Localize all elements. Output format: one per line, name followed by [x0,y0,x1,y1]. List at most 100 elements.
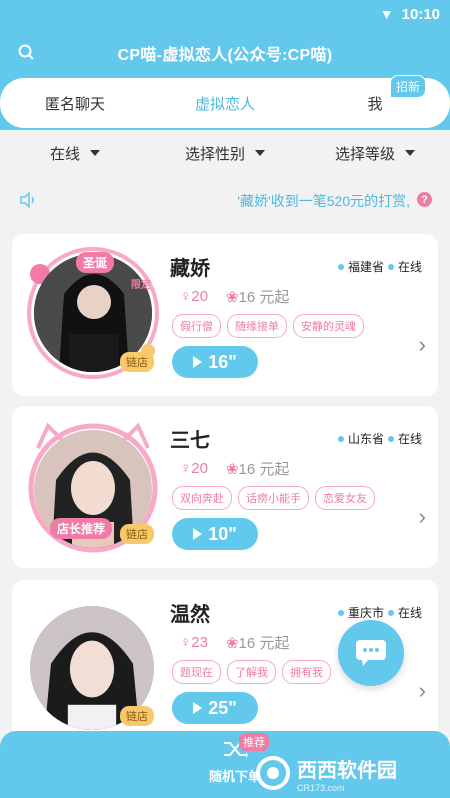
speaker-icon [20,191,34,209]
watermark: 西西软件园 CR173.com [255,750,450,796]
play-icon [193,528,203,540]
chevron-right-icon[interactable]: › [419,504,426,530]
filter-label: 在线 [49,145,80,163]
profile-name: 三七 [170,430,210,452]
play-icon [193,702,203,714]
profile-card[interactable]: 店长推荐 链店 三七 山东省 在线 ♀20 ❀16 元起 双向奔赴 话痨小能手 … [12,406,438,568]
tab-label: 虚拟恋人 [194,95,255,113]
price: 16 元起 [238,289,290,306]
profile-name: 温然 [170,604,210,626]
watermark-brand: 西西软件园 [297,759,397,782]
play-icon [193,356,203,368]
tag-chip: 题现在 [172,660,221,684]
stats: ♀23 ❀16 元起 [180,632,289,653]
online-status: 在线 [397,606,422,620]
stats: ♀20 ❀16 元起 [180,458,289,479]
voice-duration: 10" [208,523,237,544]
online-status: 在线 [397,260,422,274]
notice-text: '藏娇'收到一笔520元的打赏, [237,193,410,209]
voice-button[interactable]: 25" [172,692,258,724]
voice-button[interactable]: 16" [172,346,258,378]
tag-chip: 双向奔赴 [172,486,232,510]
status-bar: ▼ 10:10 [0,0,450,28]
location: 山东省 在线 [337,430,422,447]
province: 福建省 [347,260,384,274]
female-icon: ♀ [180,288,192,305]
watermark-logo-icon [256,756,290,790]
coin-icon: ❀ [225,461,239,478]
dot-icon [337,435,344,442]
tab-me[interactable]: 我 招新 [300,74,450,114]
filter-level[interactable]: 选择等级 [300,143,450,164]
female-icon: ♀ [180,460,192,477]
tag-chip: 安静的灵魂 [293,314,364,338]
voice-duration: 16" [208,351,237,372]
frame-label: 店长推荐 [50,518,113,539]
help-icon[interactable]: ? [417,192,432,207]
female-icon: ♀ [180,634,192,651]
price: 16 元起 [238,635,290,652]
age: 20 [191,288,208,305]
chat-fab-button[interactable] [338,620,404,686]
recommend-badge: 推荐 [239,733,269,751]
tag-chip: 假行僧 [172,314,221,338]
frame-label: 圣诞 [76,252,115,273]
profile-card[interactable]: 圣诞 限定 链店 藏娇 福建省 在线 ♀20 ❀16 元起 假行僧 随缘接单 安… [12,234,438,396]
shop-badge: 链店 [120,706,154,726]
page-title: CP喵-虚拟恋人(公众号:CP喵) [117,47,333,64]
profile-name: 藏娇 [170,258,210,280]
tab-label: 匿名聊天 [44,95,105,113]
tag-chip: 话痨小能手 [238,486,309,510]
tag-chip: 了解我 [227,660,276,684]
notice-bar: '藏娇'收到一笔520元的打赏, ? [0,178,450,222]
province: 重庆市 [347,606,384,620]
online-status: 在线 [397,432,422,446]
dot-icon [387,609,394,616]
app-header: CP喵-虚拟恋人(公众号:CP喵) [0,28,450,78]
avatar-frame: 链店 [20,592,168,732]
coin-icon: ❀ [225,635,239,652]
tab-virtual-lover[interactable]: 虚拟恋人 [150,93,300,114]
dot-icon [337,263,344,270]
recruit-badge: 招新 [389,74,426,98]
tag-list: 假行僧 随缘接单 安静的灵魂 [172,314,364,338]
location: 重庆市 在线 [337,604,422,621]
caret-down-icon [405,150,415,156]
tag-chip: 恋爱女友 [315,486,375,510]
dot-icon [337,609,344,616]
filter-gender[interactable]: 选择性别 [150,143,300,164]
avatar-frame: 圣诞 限定 链店 [20,246,168,386]
avatar-frame: 店长推荐 链店 [20,418,168,558]
province: 山东省 [347,432,384,446]
filter-label: 选择性别 [184,145,245,163]
tag-chip: 随缘接单 [227,314,287,338]
dot-icon [387,263,394,270]
caret-down-icon [90,150,100,156]
voice-duration: 25" [208,697,237,718]
tag-list: 题现在 了解我 拥有我 [172,660,331,684]
voice-button[interactable]: 10" [172,518,258,550]
age: 20 [191,460,208,477]
filter-bar: 在线 选择性别 选择等级 [0,130,450,176]
chevron-right-icon[interactable]: › [419,678,426,704]
search-icon[interactable] [16,42,38,64]
age: 23 [191,634,208,651]
location: 福建省 在线 [337,258,422,275]
frame-sub-label: 限定 [131,280,151,291]
caret-down-icon [255,150,265,156]
stats: ♀20 ❀16 元起 [180,286,289,307]
tab-bar: 匿名聊天 虚拟恋人 我 招新 [0,74,450,128]
tag-chip: 拥有我 [282,660,331,684]
dot-icon [387,435,394,442]
tag-list: 双向奔赴 话痨小能手 恋爱女友 [172,486,375,510]
watermark-sub: CR173.com [297,782,345,793]
tab-anonymous-chat[interactable]: 匿名聊天 [0,93,150,114]
chevron-right-icon[interactable]: › [419,332,426,358]
tab-label: 我 [367,95,383,113]
coin-icon: ❀ [225,289,239,306]
wifi-icon: ▼ [379,6,394,22]
chat-bubble-icon [356,640,386,666]
filter-online[interactable]: 在线 [0,143,150,164]
filter-label: 选择等级 [334,145,395,163]
status-time: 10:10 [401,5,440,23]
